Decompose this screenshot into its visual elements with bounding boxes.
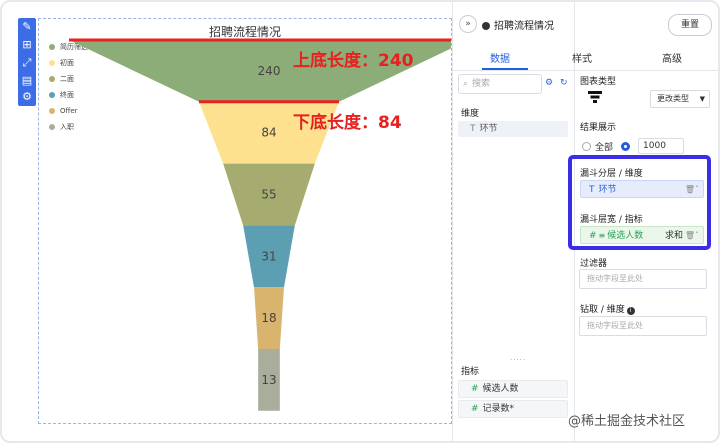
radio-all[interactable]	[582, 141, 591, 151]
result-display-options: 全部 1000	[582, 138, 685, 154]
drill-label-text: 钻取 / 维度	[580, 305, 625, 315]
dimension-section-label: 维度	[461, 109, 480, 119]
settings-small-icon[interactable]: ⚙	[545, 78, 553, 88]
field-search-input[interactable]: ⌕ 搜索	[458, 74, 542, 94]
chart-toolbar: ✎ ⊞ ⤢ ▤ ⚙	[18, 18, 36, 106]
chart-canvas[interactable]: 招聘流程情况 简历筛选 初面 二面 终面 Offer 入职 240 84 55 31 18 13 上…	[38, 18, 452, 424]
settings-icon[interactable]: ⚙	[20, 90, 34, 104]
panel-resize-handle[interactable]: ·····	[510, 356, 526, 364]
highlight-frame	[568, 155, 711, 250]
info-icon[interactable]: i	[626, 307, 635, 315]
dimension-field-stage[interactable]: T 环节	[458, 121, 568, 137]
radio-all-label: 全部	[595, 142, 614, 153]
active-tab-indicator	[482, 68, 528, 70]
caret-down-icon: ▼	[699, 95, 705, 103]
tab-advanced[interactable]: 高级	[662, 50, 682, 65]
annotation-bottom-base: 下底长度：84	[293, 113, 402, 133]
annotation-top-base: 上底长度：240	[293, 51, 414, 71]
dimension-field-label: 环节	[479, 124, 498, 134]
info-icon	[482, 22, 490, 30]
radio-limit[interactable]	[621, 141, 631, 151]
funnel-value-label: 31	[261, 249, 276, 263]
change-type-label: 更改类型	[657, 94, 689, 103]
panel-title: 招聘流程情况	[482, 17, 554, 32]
tab-style[interactable]: 样式	[572, 50, 592, 65]
edit-icon[interactable]: ✎	[20, 20, 34, 34]
table-icon[interactable]: ▤	[20, 74, 34, 88]
funnel-value-label: 240	[258, 64, 281, 78]
app-window: ✎ ⊞ ⤢ ▤ ⚙ 招聘流程情况 简历筛选 初面 二面 终面 Offer 入职 240 84…	[0, 0, 720, 443]
panel-tabs: 数据 样式 高级	[452, 42, 718, 71]
watermark: @稀土掘金技术社区	[568, 414, 686, 429]
text-type-icon: T	[470, 124, 476, 134]
ruler-icon[interactable]: ⊞	[20, 38, 34, 52]
refresh-icon[interactable]: ↻	[560, 78, 568, 88]
funnel-value-label: 18	[261, 311, 276, 325]
panel-title-text: 招聘流程情况	[494, 21, 554, 32]
drill-label: 钻取 / 维度 i	[580, 302, 635, 315]
metric-field-label: 记录数*	[482, 404, 515, 414]
funnel-chart-type-icon[interactable]	[588, 90, 602, 104]
funnel-chart: 240 84 55 31 18 13	[69, 38, 451, 411]
drill-drop-zone[interactable]: 拖动字段至此处	[579, 316, 707, 336]
panel-header: » 招聘流程情况 重置	[452, 12, 718, 36]
result-display-label: 结果展示	[580, 123, 617, 133]
funnel-value-label: 55	[261, 188, 276, 202]
expand-icon[interactable]: ⤢	[20, 56, 34, 70]
metric-section-label: 指标	[461, 367, 480, 377]
reset-button[interactable]: 重置	[668, 14, 712, 36]
metric-field-label: 候选人数	[482, 384, 519, 394]
metric-field-candidates[interactable]: # 候选人数	[458, 380, 568, 398]
search-placeholder: 搜索	[472, 79, 491, 89]
filter-drop-zone[interactable]: 拖动字段至此处	[579, 269, 707, 289]
funnel-value-label: 13	[261, 373, 276, 387]
change-chart-type-select[interactable]: 更改类型 ▼	[650, 90, 710, 108]
search-icon: ⌕	[463, 79, 469, 89]
funnel-value-label: 84	[261, 126, 276, 140]
number-type-icon: #	[471, 384, 479, 394]
collapse-panel-button[interactable]: »	[459, 15, 477, 33]
number-type-icon: #	[471, 404, 479, 414]
limit-input[interactable]: 1000	[638, 138, 685, 154]
metric-field-record-count[interactable]: # 记录数*	[458, 400, 568, 418]
tab-data[interactable]: 数据	[490, 50, 510, 65]
chart-type-label: 图表类型	[580, 77, 617, 87]
filter-label: 过滤器	[580, 259, 608, 269]
